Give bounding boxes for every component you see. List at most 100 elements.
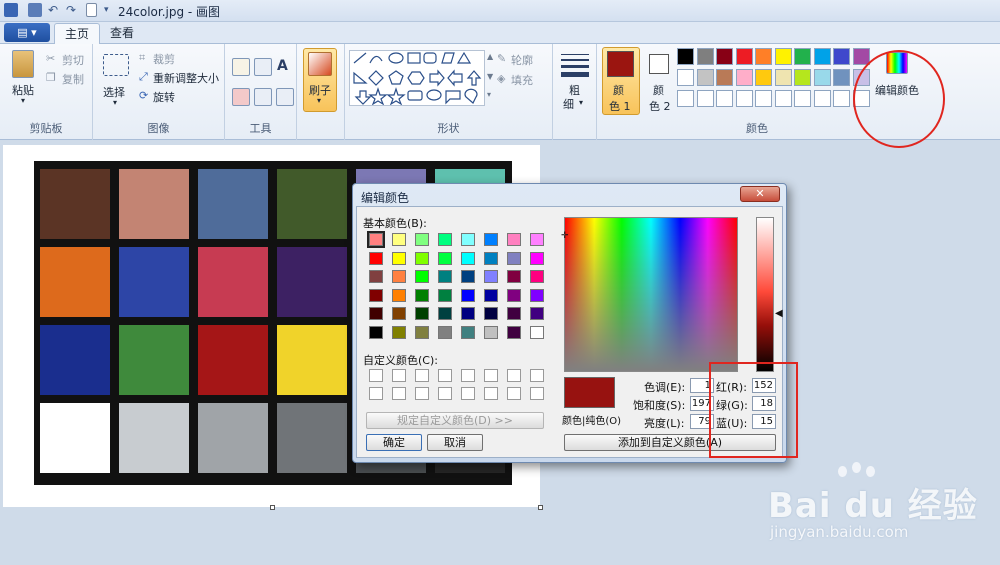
rotate-button[interactable]: 旋转 [153, 89, 175, 105]
basic-color-swatch[interactable] [530, 251, 544, 265]
size-label-bottom[interactable]: 细 [563, 96, 574, 112]
color-spectrum[interactable] [564, 217, 738, 372]
custom-color-swatch[interactable] [392, 369, 406, 382]
luminance-arrow-icon[interactable]: ◀ [775, 308, 783, 319]
basic-color-swatch[interactable] [484, 270, 498, 283]
luminance-slider[interactable] [756, 217, 774, 372]
basic-color-swatch[interactable] [392, 233, 406, 246]
basic-color-swatch[interactable] [484, 233, 498, 246]
custom-color-swatch[interactable] [438, 369, 452, 382]
basic-color-swatch[interactable] [530, 307, 544, 320]
select-icon[interactable] [103, 54, 129, 76]
palette-swatch[interactable] [813, 48, 831, 65]
palette-swatch[interactable] [735, 90, 753, 107]
copy-button[interactable]: 复制 [62, 71, 84, 87]
custom-color-swatch[interactable] [392, 387, 406, 400]
custom-color-swatch[interactable] [484, 387, 498, 400]
basic-color-swatch[interactable] [530, 233, 544, 246]
copy-icon[interactable]: ❐ [46, 71, 56, 84]
redo-icon[interactable]: ↷ [66, 3, 80, 17]
basic-color-swatch[interactable] [507, 307, 521, 320]
close-icon[interactable]: ✕ [740, 186, 780, 202]
palette-swatch[interactable] [794, 48, 811, 65]
save-icon[interactable] [28, 3, 42, 17]
palette-swatch[interactable] [755, 69, 772, 86]
basic-color-swatch[interactable] [461, 233, 475, 246]
basic-color-swatch[interactable] [484, 307, 498, 320]
palette-swatch[interactable] [774, 69, 792, 86]
palette-swatch[interactable] [677, 90, 694, 107]
custom-color-swatch[interactable] [461, 369, 475, 382]
custom-color-swatch[interactable] [461, 387, 475, 400]
basic-color-swatch[interactable] [438, 325, 452, 339]
basic-color-swatch[interactable] [392, 270, 406, 283]
crop-button[interactable]: 裁剪 [153, 51, 175, 67]
tab-view[interactable]: 查看 [100, 23, 144, 44]
custom-color-swatch[interactable] [415, 369, 429, 382]
palette-swatch[interactable] [755, 48, 772, 65]
basic-color-swatch[interactable] [507, 325, 521, 339]
basic-color-swatch[interactable] [507, 270, 521, 283]
customize-quick-access-icon[interactable]: ▾ [104, 3, 118, 17]
basic-color-swatch[interactable] [438, 251, 452, 265]
basic-color-swatch[interactable] [530, 288, 544, 302]
custom-color-swatch[interactable] [438, 387, 452, 400]
custom-color-swatch[interactable] [484, 369, 498, 382]
basic-color-swatch[interactable] [438, 270, 452, 283]
basic-color-swatch[interactable] [415, 288, 429, 302]
basic-color-swatch[interactable] [484, 288, 498, 302]
palette-swatch[interactable] [813, 69, 831, 86]
outline-button[interactable]: 轮廓 [511, 52, 533, 68]
select-dropdown-icon[interactable]: ▾ [113, 98, 117, 107]
undo-icon[interactable]: ↶ [48, 3, 62, 17]
palette-swatch[interactable] [794, 90, 811, 107]
basic-color-swatch[interactable] [484, 325, 498, 339]
outline-icon[interactable]: ✎ [497, 52, 506, 65]
basic-color-swatch[interactable] [461, 288, 475, 302]
cut-icon[interactable]: ✂ [46, 52, 55, 65]
custom-color-swatch[interactable] [369, 387, 383, 400]
palette-swatch[interactable] [833, 90, 850, 107]
palette-swatch[interactable] [677, 69, 694, 86]
fill-bucket-icon[interactable] [254, 58, 272, 76]
palette-swatch[interactable] [716, 48, 733, 65]
palette-swatch[interactable] [755, 90, 772, 107]
basic-color-swatch[interactable] [367, 231, 385, 248]
shapes-scroll-up-icon[interactable]: ▲ [487, 52, 493, 61]
color2-label-top[interactable]: 颜 [653, 82, 664, 98]
custom-color-swatch[interactable] [369, 369, 383, 382]
basic-color-swatch[interactable] [438, 307, 452, 320]
palette-swatch[interactable] [735, 48, 753, 65]
basic-color-swatch[interactable] [392, 325, 406, 339]
ok-button[interactable]: 确定 [366, 434, 422, 451]
palette-swatch[interactable] [677, 48, 694, 65]
basic-color-swatch[interactable] [484, 251, 498, 265]
palette-swatch[interactable] [716, 90, 733, 107]
crop-icon[interactable]: ⌗ [139, 51, 145, 65]
fill-button[interactable]: 填充 [511, 72, 533, 88]
palette-swatch[interactable] [696, 48, 714, 65]
cut-button[interactable]: 剪切 [62, 52, 84, 68]
custom-color-swatch[interactable] [530, 369, 544, 382]
basic-color-swatch[interactable] [507, 251, 521, 265]
color-picker-icon[interactable] [254, 88, 272, 106]
shapes-more-icon[interactable]: ▾ [487, 90, 491, 99]
resize-button[interactable]: 重新调整大小 [153, 70, 219, 86]
basic-color-swatch[interactable] [438, 233, 452, 246]
custom-color-swatch[interactable] [507, 387, 521, 400]
basic-color-swatch[interactable] [369, 325, 383, 339]
color2-label-bottom[interactable]: 色 2 [649, 98, 671, 114]
paint-menu-button[interactable]: ▤ ▾ [4, 23, 50, 42]
basic-color-swatch[interactable] [392, 251, 406, 265]
magnifier-icon[interactable] [276, 88, 294, 106]
new-file-icon[interactable] [86, 3, 97, 17]
custom-color-swatch[interactable] [415, 387, 429, 400]
canvas-resize-handle-bottom[interactable] [270, 505, 275, 510]
basic-color-swatch[interactable] [415, 307, 429, 320]
basic-color-swatch[interactable] [415, 325, 429, 339]
palette-swatch[interactable] [696, 90, 714, 107]
basic-color-swatch[interactable] [461, 270, 475, 283]
paste-dropdown-icon[interactable]: ▾ [21, 96, 25, 105]
palette-swatch[interactable] [833, 48, 850, 65]
custom-color-swatch[interactable] [530, 387, 544, 400]
